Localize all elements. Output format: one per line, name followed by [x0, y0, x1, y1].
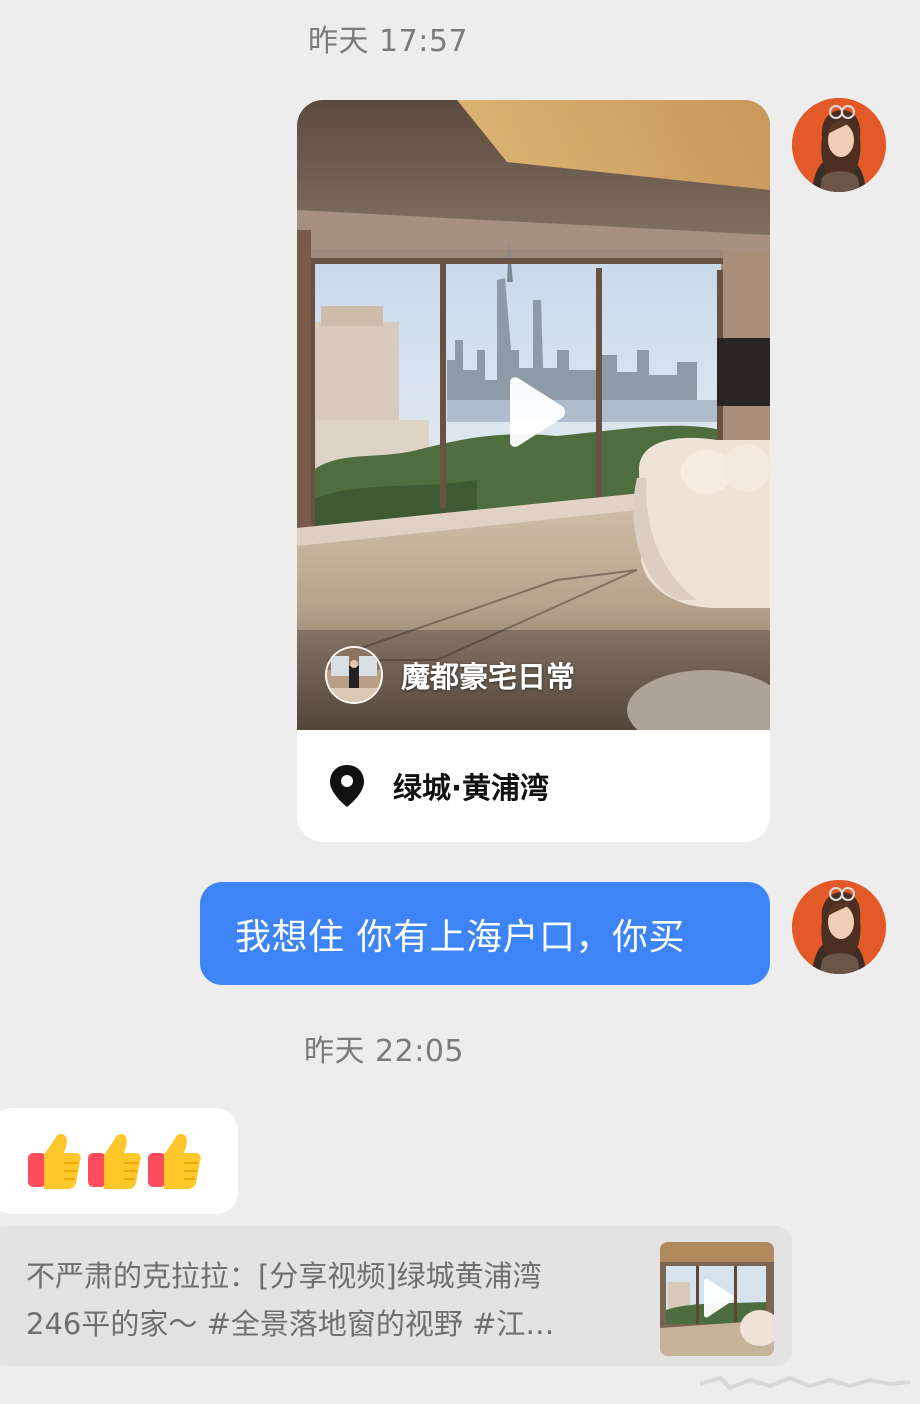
location-link[interactable]: 绿城·黄浦湾 — [329, 730, 549, 842]
quote-line: 不严肃的克拉拉：[分享视频]绿城黄浦湾 — [26, 1259, 542, 1293]
thumbs-up-icon — [88, 1134, 141, 1189]
thumbs-up-icon — [28, 1134, 81, 1189]
play-icon[interactable] — [502, 376, 566, 448]
quoted-message[interactable]: 不严肃的克拉拉：[分享视频]绿城黄浦湾 246平的家～ #全景落地窗的视野 #江… — [0, 1226, 792, 1366]
thumbs-up-icon — [148, 1134, 201, 1189]
user-avatar[interactable] — [792, 880, 886, 974]
quote-text: 不严肃的克拉拉：[分享视频]绿城黄浦湾 246平的家～ #全景落地窗的视野 #江… — [26, 1252, 626, 1348]
quote-line: 246平的家～ #全景落地窗的视野 #江… — [26, 1307, 555, 1341]
video-author[interactable]: 魔都豪宅日常 — [325, 646, 575, 704]
location-pin-icon — [330, 765, 364, 807]
video-share-card[interactable]: 魔都豪宅日常 绿城·黄浦湾 — [297, 100, 770, 842]
received-message-bubble[interactable] — [0, 1108, 238, 1214]
author-name: 魔都豪宅日常 — [401, 660, 576, 694]
timestamp: 昨天 22:05 — [304, 1034, 464, 1069]
author-avatar[interactable] — [325, 646, 383, 704]
location-name: 绿城·黄浦湾 — [393, 771, 550, 805]
timestamp: 昨天 17:57 — [308, 24, 468, 59]
sent-message-bubble[interactable]: 我想住 你有上海户口，你买 — [200, 882, 770, 985]
quote-video-thumbnail[interactable] — [660, 1242, 774, 1356]
watermark-scribble — [700, 1375, 910, 1391]
user-avatar[interactable] — [792, 98, 886, 192]
play-icon[interactable] — [700, 1278, 734, 1318]
